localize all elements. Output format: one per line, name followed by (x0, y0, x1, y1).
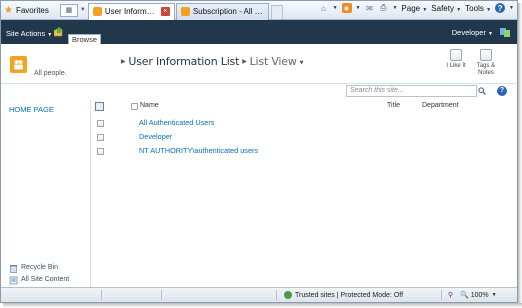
favorites-star-icon: ★ (4, 4, 13, 16)
tab-label: User Information List - ... (104, 7, 158, 16)
favorites-label: Favorites (15, 5, 49, 15)
tab-list-chevron-down-icon[interactable]: ▼ (80, 7, 86, 13)
list-view: Name Title Department All Authenticated … (91, 100, 517, 287)
thumbs-up-icon (450, 49, 462, 61)
list-item-link[interactable]: Developer (139, 132, 172, 141)
i-like-it-label: I Like It (446, 63, 466, 69)
sharepoint-favicon-icon (180, 7, 190, 16)
status-bar: Trusted sites | Protected Mode: Off ⚲ 🔍 … (1, 287, 517, 302)
site-actions-label: Site Actions (6, 29, 46, 38)
chevron-down-icon[interactable]: ▼ (333, 5, 338, 11)
favorites-button[interactable]: ★ Favorites (1, 2, 54, 19)
breadcrumb-view-selector[interactable]: List View (250, 55, 297, 68)
security-zone[interactable]: Trusted sites | Protected Mode: Off (284, 291, 403, 299)
status-divider (441, 290, 442, 300)
all-site-content-label: All Site Content (21, 276, 70, 283)
tab-label: Subscription - All Items (192, 7, 264, 16)
search-button[interactable] (477, 85, 487, 97)
row-checkbox[interactable] (97, 134, 104, 141)
tags-label: Tags & (476, 63, 496, 69)
column-type-icon (131, 103, 138, 110)
search-icon (478, 87, 486, 95)
column-header-title[interactable]: Title (387, 102, 400, 109)
navigate-up-icon[interactable] (54, 27, 64, 37)
recycle-bin-label: Recycle Bin (21, 264, 58, 271)
notes-label: Notes (478, 70, 494, 76)
breadcrumb-arrow-icon: ▶ (121, 58, 126, 65)
mail-icon[interactable]: ✉ (364, 3, 374, 13)
select-all-checkbox[interactable] (95, 102, 104, 111)
chevron-down-icon[interactable]: ▼ (509, 5, 514, 11)
column-header-name[interactable]: Name (140, 102, 159, 109)
list-description: All people. (34, 70, 67, 77)
breadcrumb-list-link[interactable]: User Information List (128, 55, 239, 68)
column-header-department[interactable]: Department (422, 102, 459, 109)
new-tab-button[interactable] (270, 4, 283, 19)
list-item-link[interactable]: NT AUTHORITY\authenticated users (139, 146, 258, 155)
tools-menu[interactable]: Tools ▼ (465, 4, 491, 13)
window-shadow (3, 303, 522, 308)
quick-tabs-icon[interactable]: ▦ (59, 3, 78, 17)
site-actions-menu[interactable]: Site Actions ▼ (6, 29, 52, 38)
row-checkbox[interactable] (97, 148, 104, 155)
protected-mode-icon[interactable]: ⚲ (448, 291, 453, 299)
page-menu[interactable]: Page ▼ (401, 4, 427, 13)
trusted-sites-check-icon (284, 291, 292, 299)
search-bar: Search this site... ? (1, 84, 517, 100)
close-tab-icon[interactable]: × (160, 7, 170, 16)
i-like-it-button[interactable]: I Like It (444, 49, 468, 70)
security-zone-label: Trusted sites | Protected Mode: Off (295, 291, 404, 299)
site-logo[interactable] (10, 56, 27, 73)
quick-launch: HOME PAGE Recycle Bin All Site Content (1, 100, 91, 287)
help-icon[interactable]: ? (497, 86, 507, 96)
nav-all-site-content[interactable]: All Site Content (9, 274, 69, 286)
zoom-level: 100% (470, 291, 489, 299)
zoom-icon: 🔍 (460, 292, 469, 299)
people-icon (14, 60, 23, 70)
window-shadow (518, 3, 522, 305)
browser-tab-bar: ★ Favorites ▦ ▼ User Information List - … (1, 1, 517, 20)
row-checkbox[interactable] (97, 120, 104, 127)
user-menu[interactable]: Developer ▼ (452, 28, 493, 37)
safety-menu[interactable]: Safety ▼ (431, 4, 461, 13)
print-icon[interactable]: ⎙ (378, 3, 388, 13)
nav-home-page[interactable]: HOME PAGE (9, 105, 54, 114)
rss-feed-icon[interactable]: ◉ (341, 3, 352, 13)
breadcrumb: ▶ User Information List ▶ List View ▼ (118, 55, 306, 68)
nav-recycle-bin[interactable]: Recycle Bin (9, 262, 69, 274)
recycle-bin-icon (10, 264, 17, 273)
safety-menu-label: Safety (431, 3, 454, 13)
quick-launch-footer: Recycle Bin All Site Content (9, 262, 69, 286)
status-divider (101, 290, 102, 300)
status-divider (276, 290, 277, 300)
tags-notes-button[interactable]: Tags & Notes (473, 49, 499, 77)
chevron-down-icon: ▼ (299, 60, 304, 66)
chevron-down-icon: ▼ (491, 292, 497, 298)
zoom-control[interactable]: 🔍 100% ▼ (460, 291, 497, 300)
list-item-link[interactable]: All Authenticated Users (139, 118, 214, 127)
help-menu-icon[interactable]: ? (495, 3, 506, 13)
command-bar: ⌂ ▼ ◉ ▼ ✉ ⎙ ▼ Page ▼ Safety ▼ Tools ▼ ? ▼ (319, 3, 514, 13)
chevron-down-icon[interactable]: ▼ (356, 5, 361, 11)
chevron-down-icon: ▼ (488, 31, 493, 37)
tag-icon (480, 49, 492, 61)
breadcrumb-arrow-icon: ▶ (242, 58, 247, 65)
ribbon-bar: Site Actions ▼ Browse Developer ▼ (1, 20, 517, 44)
search-input[interactable]: Search this site... (346, 85, 477, 97)
chevron-down-icon: ▼ (47, 32, 53, 38)
home-icon[interactable]: ⌂ (319, 3, 329, 13)
tab-browse[interactable]: Browse (68, 34, 101, 44)
browser-window: ★ Favorites ▦ ▼ User Information List - … (0, 0, 518, 303)
page-title-area: All people. ▶ User Information List ▶ List … (1, 44, 517, 84)
tab-user-information-list[interactable]: User Information List - ... × (87, 2, 175, 20)
user-presence-icon[interactable] (500, 27, 510, 37)
status-divider (161, 290, 162, 300)
tools-menu-label: Tools (465, 3, 484, 13)
sharepoint-favicon-icon (92, 7, 102, 16)
site-content-icon (9, 276, 18, 284)
page-menu-label: Page (401, 3, 421, 13)
chevron-down-icon[interactable]: ▼ (392, 5, 397, 11)
user-name: Developer (451, 28, 486, 37)
tab-subscription[interactable]: Subscription - All Items (175, 2, 269, 20)
